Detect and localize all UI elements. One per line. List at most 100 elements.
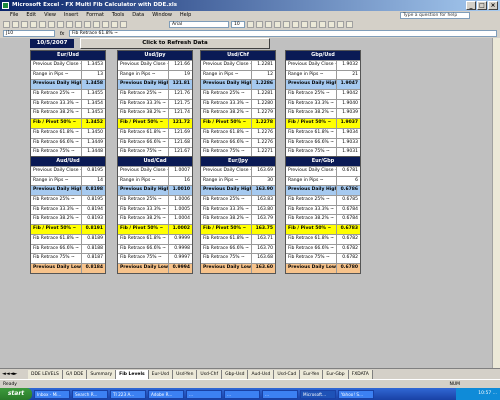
fib-label[interactable]: Previous Daily High ~ [201, 186, 251, 195]
fib-value[interactable]: 0.6785 [336, 196, 360, 205]
redo-icon[interactable] [93, 21, 100, 28]
fib-value[interactable]: 163.79 [251, 215, 275, 225]
fib-value[interactable]: 1.3449 [81, 138, 105, 148]
fib-row[interactable]: Fib Retrace 33.3% ~163.80 [201, 204, 275, 215]
fib-value[interactable]: 1.3458 [81, 80, 105, 90]
fib-value[interactable]: 0.8191 [81, 225, 105, 234]
pair-header[interactable]: Usd/Jpy [118, 51, 192, 60]
copy-icon[interactable] [66, 21, 73, 28]
fib-label[interactable]: Fib / Pivot 50% ~ [286, 225, 336, 234]
font-size-select[interactable]: 10 [231, 21, 245, 28]
fib-label[interactable]: Fib Retrace 33.3% ~ [31, 206, 81, 215]
menu-data[interactable]: Data [132, 11, 144, 20]
fib-value[interactable]: 1.9033 [336, 138, 360, 148]
fib-row[interactable]: Fib Retrace 66.6% ~0.8188 [31, 243, 105, 254]
fib-row[interactable]: Fib Retrace 33.3% ~1.3454 [31, 98, 105, 109]
fib-label[interactable]: Previous Daily High ~ [286, 186, 336, 195]
fib-row[interactable]: Fib Retrace 25% ~1.0006 [118, 195, 192, 205]
fib-label[interactable]: Fib Retrace 66.6% ~ [286, 139, 336, 148]
fib-row[interactable]: Previous Daily Close ~1.0007 [118, 166, 192, 176]
fib-row[interactable]: Fib Retrace 66.6% ~1.9033 [286, 137, 360, 148]
fib-value[interactable]: 0.6782 [336, 254, 360, 263]
fib-value[interactable]: 163.70 [251, 244, 275, 254]
pair-header[interactable]: Eur/Usd [31, 51, 105, 60]
fib-label[interactable]: Fib Retrace 66.6% ~ [118, 139, 168, 148]
menu-help[interactable]: Help [180, 11, 191, 20]
tab-g-i-dde[interactable]: G/I DDE [62, 369, 88, 379]
fib-row[interactable]: Fib Retrace 66.6% ~0.9998 [118, 243, 192, 254]
fill-color-icon[interactable] [337, 21, 344, 28]
save-icon[interactable] [21, 21, 28, 28]
fib-row[interactable]: Fib Retrace 33.3% ~1.9040 [286, 98, 360, 109]
tab-eur-usd[interactable]: Eur-Usd [148, 369, 174, 379]
fib-value[interactable]: 0.6784 [336, 215, 360, 225]
fib-row[interactable]: Previous Daily High ~0.6786 [286, 185, 360, 196]
fib-label[interactable]: Range in Pips ~ [118, 71, 168, 80]
fib-value[interactable]: 1.0002 [168, 225, 192, 234]
maximize-button[interactable]: □ [477, 1, 487, 10]
fib-value[interactable]: 0.8188 [81, 244, 105, 254]
fib-label[interactable]: Previous Daily High ~ [118, 186, 168, 195]
fib-row[interactable]: Fib Retrace 33.3% ~0.6784 [286, 204, 360, 215]
fib-row[interactable]: Fib Retrace 33.3% ~121.75 [118, 98, 192, 109]
fib-value[interactable]: 0.8187 [81, 254, 105, 263]
fib-label[interactable]: Fib Retrace 61.8% ~ [31, 129, 81, 138]
fib-row[interactable]: Fib Retrace 75% ~0.6782 [286, 253, 360, 263]
fib-row[interactable]: Fib / Pivot 50% ~0.8191 [31, 224, 105, 234]
fib-label[interactable]: Previous Daily High ~ [31, 186, 81, 195]
fib-row[interactable]: Range in Pips ~16 [118, 175, 192, 186]
pair-header[interactable]: Usd/Cad [118, 157, 192, 166]
refresh-data-button[interactable]: Click to Refresh Data [80, 38, 270, 49]
fib-value[interactable]: 0.6782 [336, 244, 360, 254]
start-button[interactable]: start [0, 388, 32, 400]
fib-value[interactable]: 0.8198 [81, 186, 105, 196]
fib-label[interactable]: Fib Retrace 66.6% ~ [201, 139, 251, 148]
fib-label[interactable]: Fib Retrace 38.2% ~ [31, 215, 81, 224]
fib-value[interactable]: 0.6781 [336, 167, 360, 176]
fib-value[interactable]: 0.9998 [168, 244, 192, 254]
fib-row[interactable]: Fib Retrace 61.8% ~0.6782 [286, 233, 360, 244]
fib-label[interactable]: Fib / Pivot 50% ~ [31, 225, 81, 234]
fib-label[interactable]: Previous Daily Close ~ [201, 167, 251, 176]
fib-label[interactable]: Fib Retrace 61.8% ~ [118, 129, 168, 138]
tab-dde-levels[interactable]: DDE LEVELS [28, 369, 63, 379]
italic-icon[interactable] [256, 21, 263, 28]
fib-label[interactable]: Previous Daily Close ~ [118, 61, 168, 70]
fib-label[interactable]: Fib / Pivot 50% ~ [286, 119, 336, 128]
tab-usd-cad[interactable]: Usd-Cad [274, 369, 301, 379]
fib-row[interactable]: Fib / Pivot 50% ~1.9037 [286, 118, 360, 128]
fib-row[interactable]: Fib Retrace 38.2% ~163.79 [201, 214, 275, 225]
fib-row[interactable]: Fib Retrace 61.8% ~0.9999 [118, 233, 192, 244]
taskbar-button[interactable]: Adobe R... [148, 389, 184, 399]
fib-label[interactable]: Fib Retrace 66.6% ~ [118, 245, 168, 254]
fib-row[interactable]: Fib Retrace 38.2% ~0.8193 [31, 214, 105, 225]
fib-label[interactable]: Fib / Pivot 50% ~ [118, 119, 168, 128]
fib-row[interactable]: Fib / Pivot 50% ~163.75 [201, 224, 275, 234]
fib-label[interactable]: Previous Daily Close ~ [31, 61, 81, 70]
fib-value[interactable]: 1.2279 [251, 109, 275, 119]
fib-value[interactable]: 0.8194 [81, 205, 105, 215]
merge-icon[interactable] [301, 21, 308, 28]
fib-value[interactable]: 13 [81, 70, 105, 80]
fib-value[interactable]: 1.0006 [168, 196, 192, 205]
fib-row[interactable]: Fib / Pivot 50% ~121.72 [118, 118, 192, 128]
fib-value[interactable]: 121.76 [168, 90, 192, 99]
fib-label[interactable]: Fib Retrace 33.3% ~ [201, 100, 251, 109]
fib-value[interactable]: 1.2278 [251, 119, 275, 128]
fib-value[interactable]: 1.9037 [336, 119, 360, 128]
fib-value[interactable]: 163.75 [251, 225, 275, 234]
fib-row[interactable]: Fib Retrace 25% ~1.9042 [286, 89, 360, 99]
fib-label[interactable]: Previous Daily Close ~ [201, 61, 251, 70]
fib-label[interactable]: Fib Retrace 25% ~ [31, 196, 81, 205]
font-color-icon[interactable] [346, 21, 353, 28]
help-search-input[interactable]: Type a question for help [400, 12, 470, 19]
fib-label[interactable]: Previous Daily Close ~ [31, 167, 81, 176]
cut-icon[interactable] [57, 21, 64, 28]
fib-label[interactable]: Fib Retrace 61.8% ~ [201, 235, 251, 244]
fib-row[interactable]: Fib Retrace 25% ~0.6785 [286, 195, 360, 205]
fib-label[interactable]: Fib Retrace 33.3% ~ [118, 100, 168, 109]
fib-row[interactable]: Fib Retrace 25% ~121.76 [118, 89, 192, 99]
fib-value[interactable]: 0.9997 [168, 254, 192, 263]
fib-label[interactable]: Fib Retrace 61.8% ~ [286, 129, 336, 138]
fib-row[interactable]: Fib Retrace 33.3% ~1.2280 [201, 98, 275, 109]
